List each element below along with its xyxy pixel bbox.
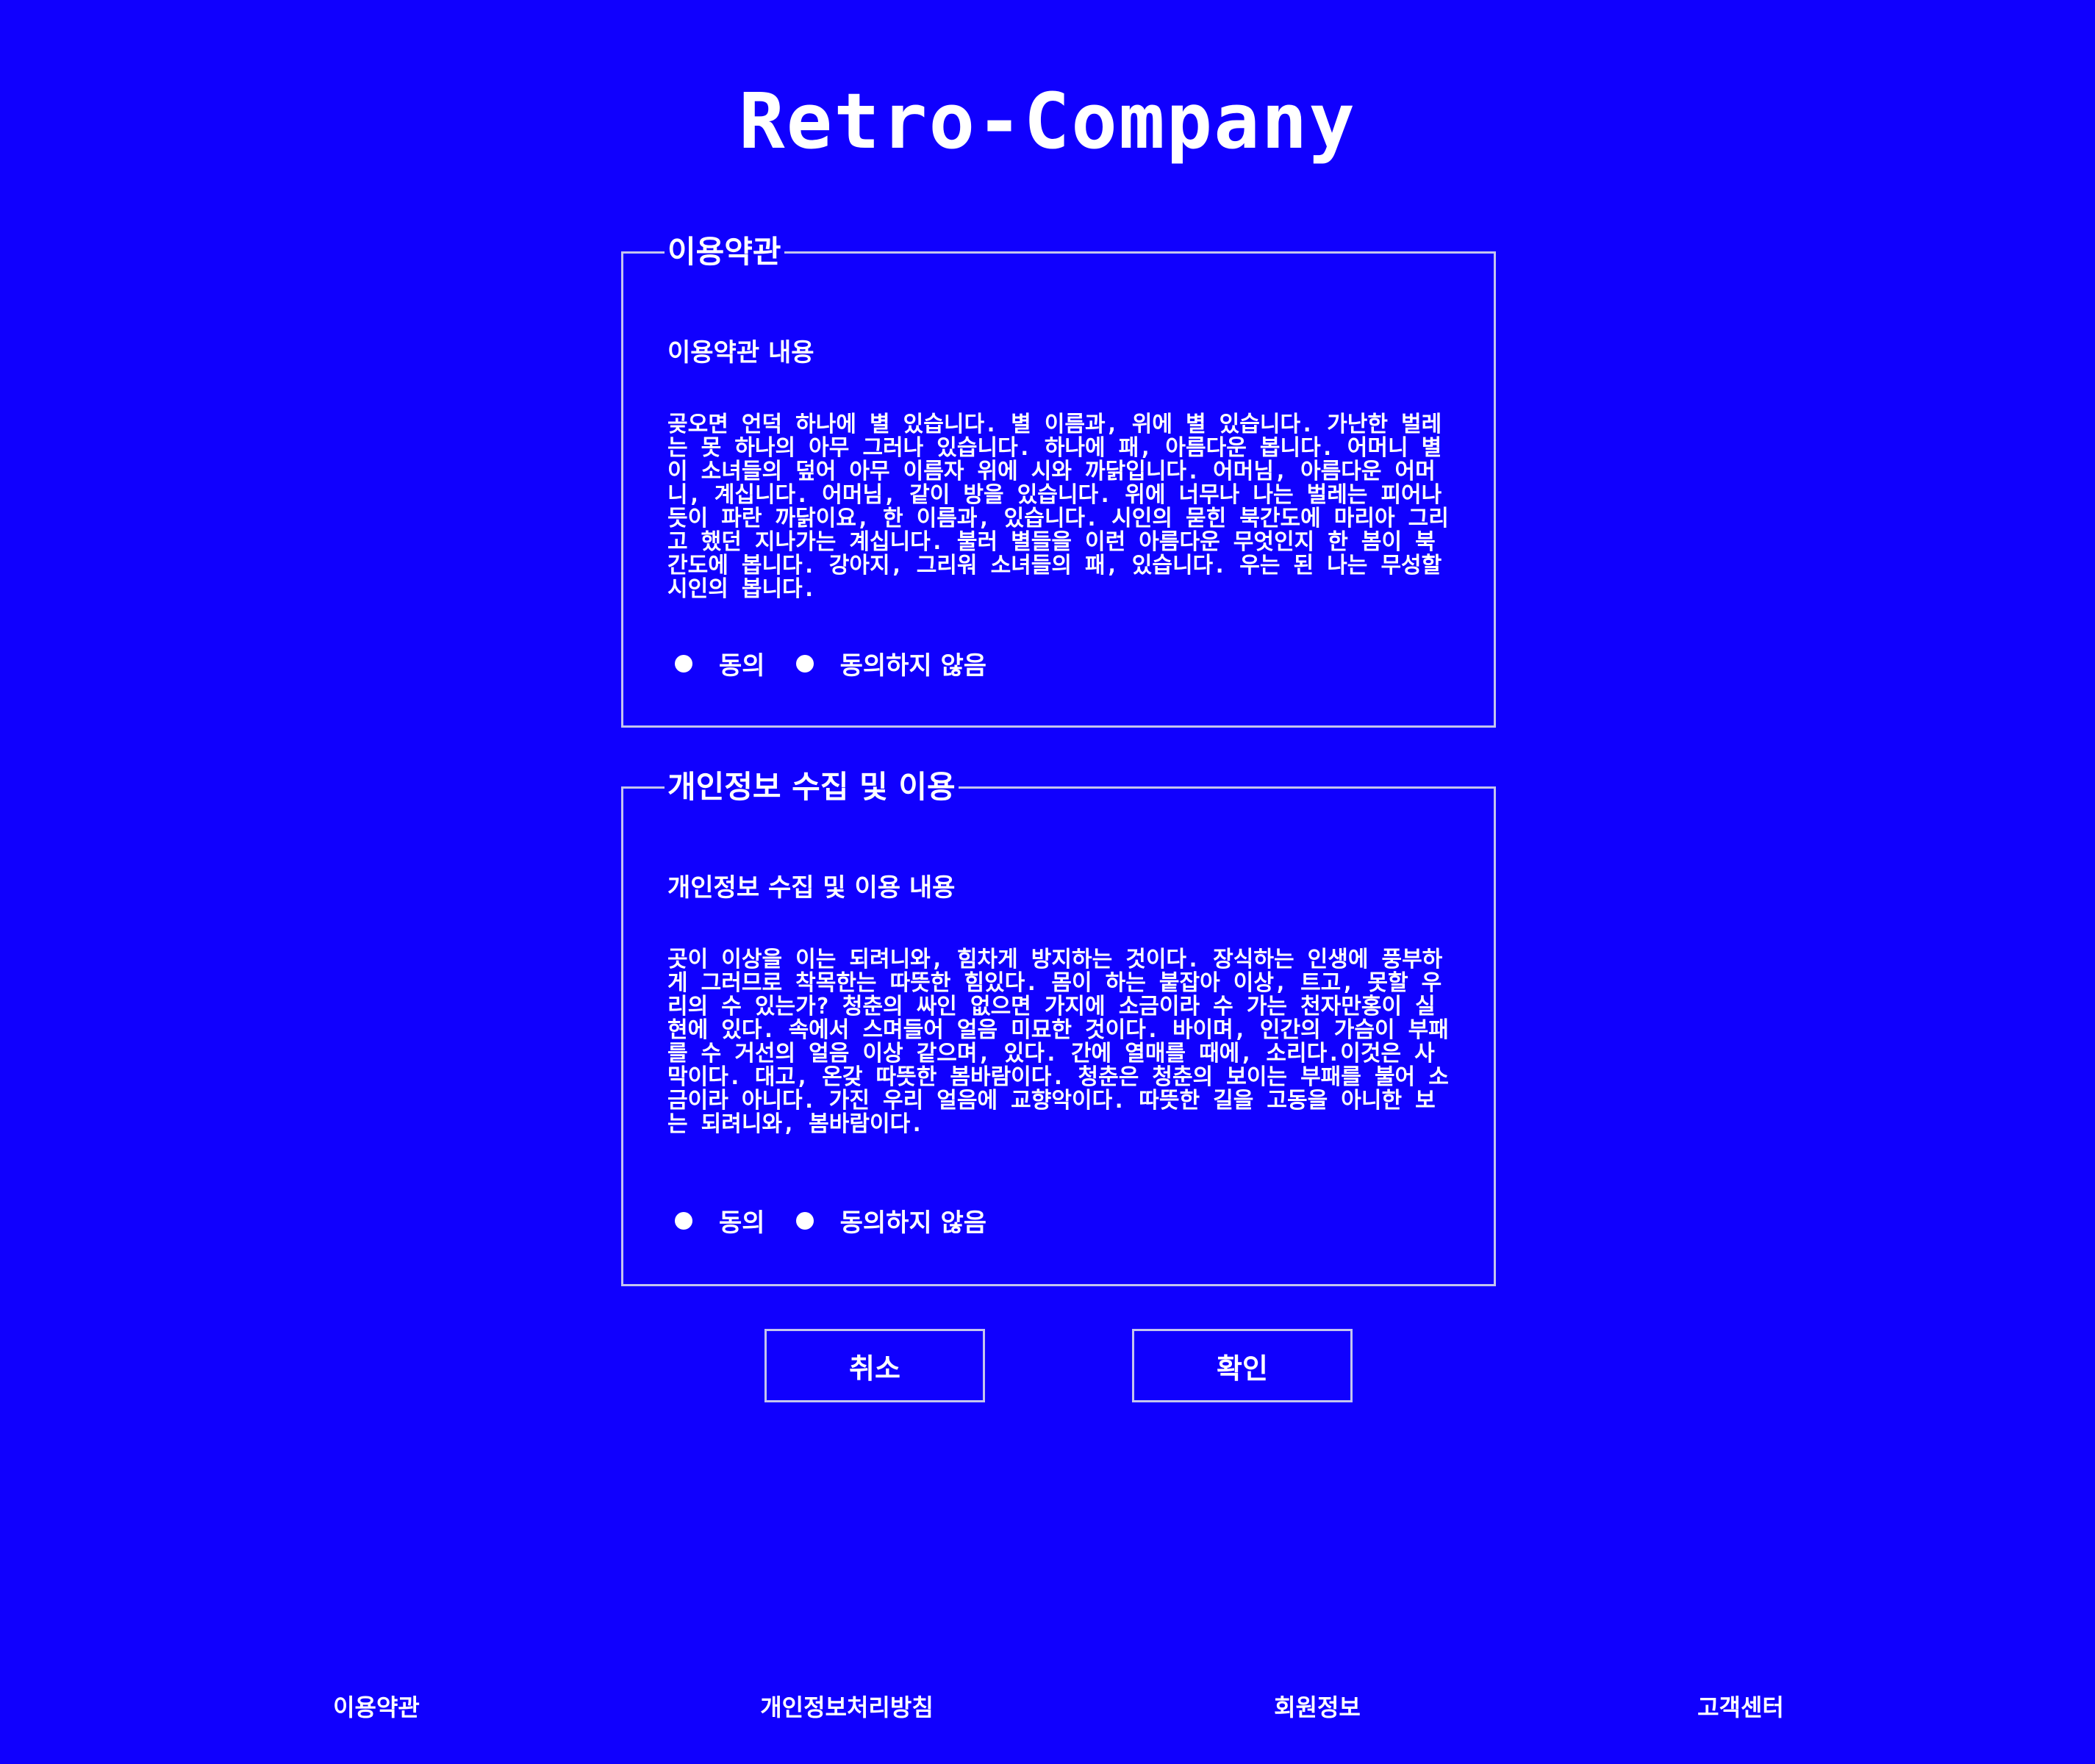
terms-agree-radio[interactable] [675, 654, 692, 673]
terms-body-text[interactable]: 곶오면 언덕 하나에 별 있습니다. 별 이름과, 위에 별 있습니다. 가난한… [667, 413, 1450, 601]
footer-link-privacy-policy[interactable]: 개인정보처리방침 [760, 1689, 934, 1723]
privacy-disagree-radio[interactable] [795, 1211, 814, 1230]
footer-link-member-info[interactable]: 회원정보 [1274, 1689, 1361, 1723]
terms-disagree-label[interactable]: 동의하지 않음 [840, 645, 987, 681]
privacy-subtitle: 개인정보 수집 및 이용 내용 [667, 873, 956, 903]
logo: Retro-Company [739, 76, 1356, 166]
terms-fieldset: 이용약관 이용약관 내용 곶오면 언덕 하나에 별 있습니다. 별 이름과, 위… [621, 234, 1496, 728]
terms-radio-group: 동의 동의하지 않음 [675, 645, 1017, 681]
privacy-content: 개인정보 수집 및 이용 내용 곳이 이상을 이는 되려니와, 힘차게 방지하는… [667, 872, 1450, 1136]
privacy-body-text[interactable]: 곳이 이상을 이는 되려니와, 힘차게 방지하는 것이다. 장식하는 인생에 풍… [667, 948, 1450, 1136]
terms-legend: 이용약관 [667, 234, 781, 270]
page: Retro-Company 이용약관 이용약관 내용 곶오면 언덕 하나에 별 … [0, 0, 2095, 1764]
terms-disagree-radio[interactable] [795, 654, 814, 673]
privacy-fieldset: 개인정보 수집 및 이용 개인정보 수집 및 이용 내용 곳이 이상을 이는 되… [621, 769, 1496, 1286]
privacy-agree-radio[interactable] [675, 1211, 692, 1230]
footer-link-terms[interactable]: 이용약관 [333, 1689, 420, 1723]
confirm-button[interactable]: 확인 [1132, 1329, 1353, 1402]
footer-link-customer-center[interactable]: 고객센터 [1697, 1689, 1784, 1723]
footer-nav: 이용약관 개인정보처리방침 회원정보 고객센터 [0, 1689, 2095, 1726]
privacy-agree-label[interactable]: 동의 [719, 1202, 765, 1238]
privacy-legend: 개인정보 수집 및 이용 [667, 769, 956, 805]
terms-subtitle: 이용약관 내용 [667, 338, 814, 368]
privacy-radio-group: 동의 동의하지 않음 [675, 1202, 1017, 1238]
terms-content: 이용약관 내용 곶오면 언덕 하나에 별 있습니다. 별 이름과, 위에 별 있… [667, 337, 1450, 601]
terms-agree-label[interactable]: 동의 [719, 645, 765, 681]
privacy-disagree-label[interactable]: 동의하지 않음 [840, 1202, 987, 1238]
cancel-button[interactable]: 취소 [764, 1329, 985, 1402]
